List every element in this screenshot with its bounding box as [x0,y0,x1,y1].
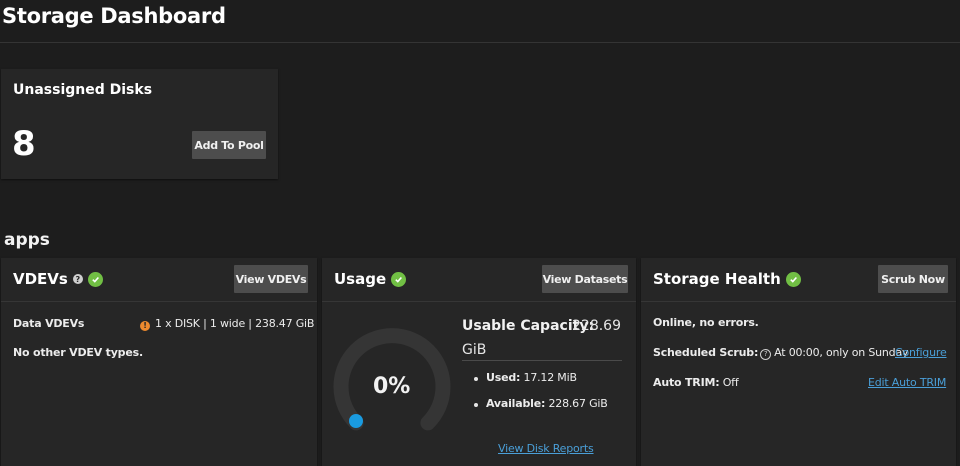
vdevs-title-group: VDEVs ? [13,270,103,288]
auto-trim-row: Auto TRIM: Off [653,376,739,389]
usage-gauge-indicator [349,414,363,428]
view-disk-reports-link[interactable]: View Disk Reports [498,442,594,455]
unassigned-disks-title: Unassigned Disks [13,82,153,98]
vdevs-title: VDEVs [13,270,68,288]
available-row: Available: 228.67 GiB [486,397,608,410]
usage-title-group: Usage [334,270,407,288]
used-row: Used: 17.12 MiB [486,371,577,384]
scheduled-scrub-label: Scheduled Scrub: [653,346,759,359]
scrub-now-button[interactable]: Scrub Now [878,265,948,293]
used-bullet [474,377,478,381]
storage-health-title-group: Storage Health [653,270,801,288]
unassigned-disks-count: 8 [12,124,36,164]
auto-trim-value: Off [722,376,739,389]
data-vdevs-value: ! 1 x DISK | 1 wide | 238.47 GiB [140,317,314,331]
data-vdevs-value-text: 1 x DISK | 1 wide | 238.47 GiB [155,317,315,330]
other-vdevs-text: No other VDEV types. [13,346,143,359]
view-vdevs-button[interactable]: View VDEVs [234,265,308,293]
scheduled-scrub-value: At 00:00, only on Sunday [774,346,909,359]
edit-auto-trim-link[interactable]: Edit Auto TRIM [868,376,946,389]
usable-capacity-value: 228.69 [572,318,621,334]
storage-health-title: Storage Health [653,270,781,288]
usage-title: Usage [334,270,387,288]
used-value: 17.12 MiB [523,371,577,384]
data-vdevs-label: Data VDEVs [13,317,85,330]
pool-name: apps [4,230,50,250]
available-label: Available: [486,397,546,410]
info-icon[interactable]: ? [760,348,772,360]
title-divider [0,42,960,43]
available-bullet [474,403,478,407]
configure-scrub-link[interactable]: Configure [895,346,947,359]
used-label: Used: [486,371,521,384]
unassigned-disks-card: Unassigned Disks [1,69,278,179]
add-to-pool-button[interactable]: Add To Pool [192,131,266,159]
check-circle-icon [87,271,103,287]
scheduled-scrub-row: Scheduled Scrub:? At 00:00, only on Sunda… [653,346,909,360]
page-title: Storage Dashboard [2,4,226,28]
usage-percent: 0% [373,374,411,399]
help-icon[interactable]: ? [72,274,83,284]
check-circle-icon [391,271,407,287]
available-value: 228.67 GiB [548,397,608,410]
view-datasets-button[interactable]: View Datasets [542,265,628,293]
warning-icon: ! [140,320,150,331]
check-circle-icon [785,271,801,287]
capacity-divider [462,360,622,361]
usable-capacity-unit: GiB [462,342,487,358]
auto-trim-label: Auto TRIM: [653,376,720,389]
health-status: Online, no errors. [653,316,759,329]
